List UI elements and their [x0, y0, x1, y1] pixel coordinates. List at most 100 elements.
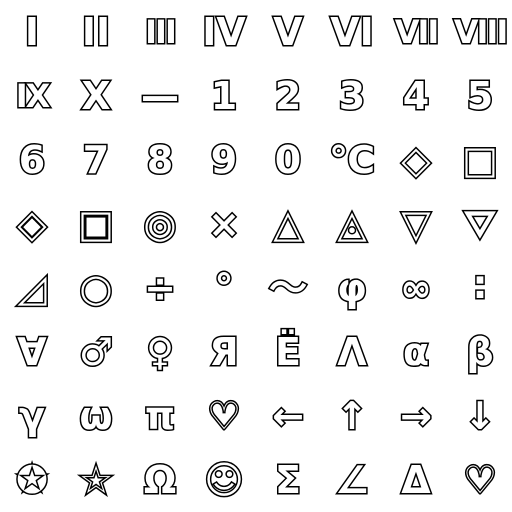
symbol-cell: ♡ — [192, 384, 256, 448]
pi-icon: π — [143, 394, 176, 438]
digit-seven-icon: 7 — [81, 138, 111, 182]
symbol-cell: γ — [0, 384, 64, 448]
square-outline-icon: □ — [461, 138, 500, 182]
lambda-icon: Λ — [336, 330, 368, 374]
symbol-cell: □ — [448, 128, 512, 192]
symbol-cell: ℃ — [320, 128, 384, 192]
degree-icon: ° — [213, 266, 235, 310]
symbol-cell: ▣ — [64, 192, 128, 256]
delta-icon: Δ — [400, 458, 432, 502]
phi-icon: φ — [336, 266, 369, 310]
symbol-cell: ° — [192, 256, 256, 320]
digit-five-icon: 5 — [465, 74, 495, 118]
omega-lowercase-icon: ω — [78, 394, 114, 438]
digit-three-icon: 3 — [337, 74, 367, 118]
symbol-cell: 9 — [192, 128, 256, 192]
digit-nine-icon: 9 — [209, 138, 239, 182]
symbol-cell: — — [128, 64, 192, 128]
symbol-cell: → — [384, 384, 448, 448]
symbol-cell: ← — [256, 384, 320, 448]
symbol-cell: Ω — [128, 448, 192, 512]
cyrillic-ya-icon: Я — [208, 330, 240, 374]
arrow-left-icon: ← — [271, 394, 306, 438]
beta-icon: β — [465, 330, 495, 374]
symbol-cell: ◈ — [0, 192, 64, 256]
symbol-cell: VI — [320, 0, 384, 64]
arrow-down-icon: ↓ — [463, 394, 498, 438]
arrow-right-icon: → — [399, 394, 434, 438]
heart-outline-icon: ♡ — [205, 394, 242, 438]
smiley-face-icon: ☺ — [203, 458, 246, 502]
symbol-cell: ∞ — [384, 256, 448, 320]
symbol-cell: α — [384, 320, 448, 384]
symbol-cell: Δ — [384, 448, 448, 512]
symbol-cell: X — [64, 64, 128, 128]
symbol-cell: 4 — [384, 64, 448, 128]
symbol-cell: ♡ — [448, 448, 512, 512]
symbol-cell: 7 — [64, 128, 128, 192]
digit-four-icon: 4 — [401, 74, 431, 118]
symbol-cell: Я — [192, 320, 256, 384]
symbol-cell: ◎ — [128, 192, 192, 256]
symbol-cell: Σ — [256, 448, 320, 512]
symbol-cell: VIII — [448, 0, 512, 64]
infinity-icon: ∞ — [399, 266, 434, 310]
alpha-icon: α — [401, 330, 430, 374]
digit-two-icon: 2 — [273, 74, 303, 118]
symbol-cell: 5 — [448, 64, 512, 128]
symbol-cell: ◬ — [320, 192, 384, 256]
symbol-cell: ◿ — [0, 256, 64, 320]
diamond-double-icon: ◈ — [16, 202, 48, 246]
symbol-cell: π — [128, 384, 192, 448]
digit-eight-icon: 8 — [145, 138, 175, 182]
symbol-cell: ω — [64, 384, 128, 448]
digit-zero-icon: 0 — [273, 138, 303, 182]
symbol-cell: Λ — [320, 320, 384, 384]
roman-numeral-ten-icon: X — [80, 74, 112, 118]
star-outline-icon: ☆ — [77, 458, 114, 502]
symbol-cell: 3 — [320, 64, 384, 128]
symbol-cell: ⛛ — [448, 192, 512, 256]
symbol-cell: 〜 — [256, 256, 320, 320]
star-double-outline-icon: ✪ — [15, 458, 50, 502]
roman-numeral-seven-icon: VII — [393, 13, 441, 51]
symbol-cell: ↑ — [320, 384, 384, 448]
symbol-cell: 0 — [256, 128, 320, 192]
symbol-cell: ✪ — [0, 448, 64, 512]
for-all-icon: ∀ — [16, 330, 48, 374]
degree-celsius-icon: ℃ — [327, 138, 376, 182]
division-icon: ÷ — [143, 266, 178, 310]
heart-double-outline-icon: ♡ — [461, 458, 498, 502]
symbol-cell: ÷ — [128, 256, 192, 320]
triangle-up-outline-icon: △ — [272, 202, 304, 246]
symbol-cell: β — [448, 320, 512, 384]
roman-numeral-eight-icon: VIII — [452, 13, 510, 51]
circle-outline-icon: ○ — [78, 266, 114, 310]
symbol-cell: ▽ — [384, 192, 448, 256]
square-double-icon: ▣ — [77, 202, 116, 246]
roman-numeral-three-icon: III — [144, 13, 179, 51]
symbol-cell: ↓ — [448, 384, 512, 448]
circle-double-icon: ◎ — [142, 202, 178, 246]
symbol-cell: ♂ — [64, 320, 128, 384]
right-triangle-icon: ◿ — [16, 266, 48, 310]
symbol-cell: 6 — [0, 128, 64, 192]
digit-one-icon: 1 — [209, 74, 239, 118]
roman-numeral-nine-icon: IX — [14, 77, 52, 115]
omega-uppercase-icon: Ω — [142, 458, 177, 502]
digit-six-icon: 6 — [17, 138, 47, 182]
symbol-cell: VII — [384, 0, 448, 64]
female-sign-icon: ♀ — [145, 330, 176, 374]
ratio-icon: ∶ — [473, 266, 487, 310]
triangle-down-double-icon: ⛛ — [463, 202, 498, 246]
symbol-cell: Ё — [256, 320, 320, 384]
symbol-cell: ∶ — [448, 256, 512, 320]
symbol-grid: I II III IV V VI VII VIII IX X —1 2 3 4 5 6 7 8 9 0 ℃ ◇ □ ◈ ▣ ◎ × △… — [0, 0, 512, 512]
symbol-cell: ☆ — [64, 448, 128, 512]
symbol-cell: III — [128, 0, 192, 64]
symbol-cell: V — [256, 0, 320, 64]
symbol-cell: 8 — [128, 128, 192, 192]
symbol-cell: ☺ — [192, 448, 256, 512]
roman-numeral-six-icon: VI — [329, 10, 376, 54]
triangle-down-outline-icon: ▽ — [400, 202, 432, 246]
